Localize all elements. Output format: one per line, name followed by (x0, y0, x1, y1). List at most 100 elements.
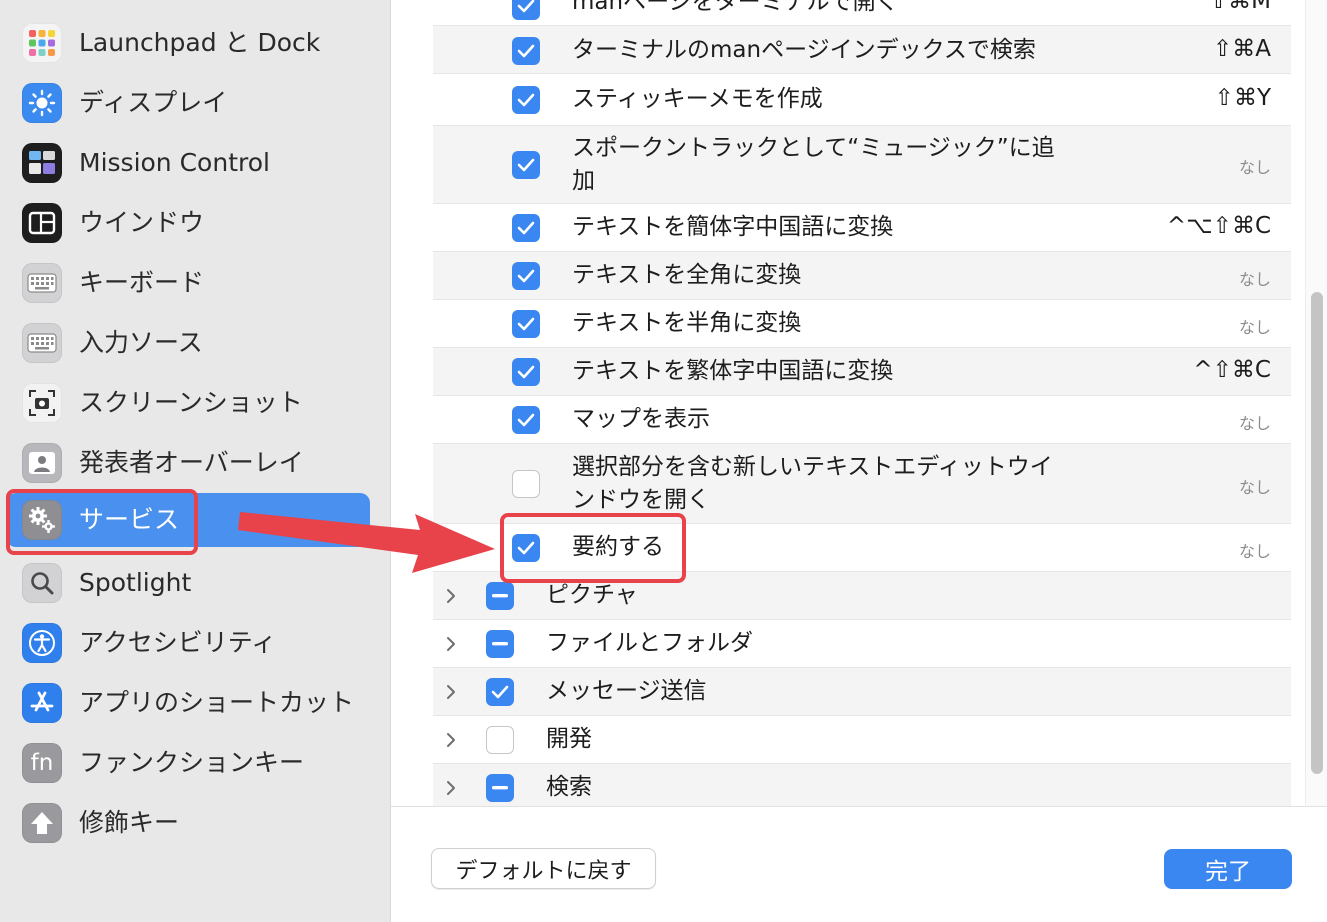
service-checkbox[interactable] (512, 37, 540, 65)
sidebar-item-label: ウインドウ (79, 208, 205, 237)
sidebar-item-label: アプリのショートカット (79, 688, 355, 717)
service-row[interactable]: テキストを繁体字中国語に変換 ^⇧⌘C (433, 348, 1291, 396)
chevron-right-icon[interactable] (443, 780, 459, 796)
service-group-row[interactable]: 開発 (433, 716, 1291, 764)
sidebar-item-label: Launchpad と Dock (79, 28, 321, 57)
annotation-highlight-services (6, 489, 198, 555)
chevron-right-icon[interactable] (443, 732, 459, 748)
footer-divider (391, 806, 1327, 807)
service-checkbox[interactable] (512, 470, 540, 498)
sidebar-item-label: 入力ソース (79, 328, 203, 357)
service-shortcut[interactable]: なし (1239, 154, 1271, 178)
services-list: manページをターミナルで開く ⇧⌘M ターミナルのmanページインデックスで検… (433, 0, 1291, 806)
service-checkbox[interactable] (512, 262, 540, 290)
scrollbar-thumb[interactable] (1311, 292, 1323, 774)
service-label: テキストを全角に変換 (572, 262, 802, 288)
service-label: マップを表示 (572, 406, 710, 432)
service-shortcut[interactable]: なし (1239, 538, 1271, 562)
group-label: メッセージ送信 (546, 678, 707, 704)
sidebar-item-label: 修飾キー (79, 808, 180, 837)
presenter-overlay-icon (22, 443, 62, 483)
service-label: 選択部分を含む新しいテキストエディットウインドウを開く (572, 454, 1053, 513)
service-label: テキストを簡体字中国語に変換 (572, 214, 894, 240)
input-source-keyboard-icon (22, 323, 62, 363)
keyboard-icon (22, 263, 62, 303)
service-group-row[interactable]: 検索 (433, 764, 1291, 806)
group-checkbox[interactable] (486, 726, 514, 754)
sidebar-item-launchpad-dock[interactable]: Launchpad と Dock (6, 16, 370, 70)
sidebar-item-label: ディスプレイ (79, 88, 228, 117)
service-checkbox[interactable] (512, 310, 540, 338)
sidebar-item-window[interactable]: ウインドウ (6, 196, 370, 250)
sidebar-item-label: Spotlight (79, 568, 192, 597)
group-checkbox[interactable] (486, 582, 514, 610)
service-label: manページをターミナルで開く (572, 0, 899, 15)
sidebar-item-label: ファンクションキー (79, 748, 305, 777)
sidebar-item-spotlight[interactable]: Spotlight (6, 556, 370, 610)
sidebar-item-label: 発表者オーバーレイ (79, 448, 304, 477)
service-checkbox[interactable] (512, 214, 540, 242)
sidebar-item-function-keys[interactable]: fn ファンクションキー (6, 736, 370, 790)
sidebar-item-presenter-overlay[interactable]: 発表者オーバーレイ (6, 436, 370, 490)
service-row[interactable]: テキストを全角に変換 なし (433, 252, 1291, 300)
modifier-key-arrow-icon (22, 803, 62, 843)
service-checkbox[interactable] (512, 86, 540, 114)
chevron-right-icon[interactable] (443, 636, 459, 652)
service-shortcut[interactable]: なし (1239, 410, 1271, 434)
sidebar-item-modifier-keys[interactable]: 修飾キー (6, 796, 370, 850)
service-row[interactable]: テキストを簡体字中国語に変換 ^⌥⇧⌘C (433, 204, 1291, 252)
scrollbar-track[interactable] (1305, 0, 1327, 806)
services-panel: manページをターミナルで開く ⇧⌘M ターミナルのmanページインデックスで検… (391, 0, 1327, 922)
service-label: ターミナルのmanページインデックスで検索 (572, 37, 1036, 63)
sidebar-item-mission-control[interactable]: Mission Control (6, 136, 370, 190)
service-shortcut[interactable]: ⇧⌘M (1209, 0, 1271, 14)
sidebar-item-label: スクリーンショット (79, 388, 303, 417)
service-row[interactable]: manページをターミナルで開く ⇧⌘M (433, 0, 1291, 26)
service-checkbox[interactable] (512, 358, 540, 386)
service-checkbox[interactable] (512, 0, 540, 20)
service-label: スティッキーメモを作成 (572, 86, 823, 112)
service-checkbox[interactable] (512, 406, 540, 434)
done-button[interactable]: 完了 (1164, 849, 1292, 889)
service-row[interactable]: テキストを半角に変換 なし (433, 300, 1291, 348)
service-row[interactable]: スティッキーメモを作成 ⇧⌘Y (433, 74, 1291, 126)
sidebar-item-label: キーボード (79, 268, 205, 297)
display-brightness-icon (22, 83, 62, 123)
service-row[interactable]: マップを表示 なし (433, 396, 1291, 444)
service-row[interactable]: スポークントラックとして“ミュージック”に追加 なし (433, 126, 1291, 204)
service-row[interactable]: ターミナルのmanページインデックスで検索 ⇧⌘A (433, 26, 1291, 74)
service-shortcut[interactable]: ⇧⌘Y (1215, 85, 1271, 111)
service-shortcut[interactable]: なし (1239, 474, 1271, 498)
mission-control-icon (22, 143, 62, 183)
service-group-row[interactable]: メッセージ送信 (433, 668, 1291, 716)
service-shortcut[interactable]: なし (1239, 314, 1271, 338)
group-checkbox[interactable] (486, 774, 514, 802)
group-checkbox[interactable] (486, 678, 514, 706)
service-shortcut[interactable]: ^⌥⇧⌘C (1167, 213, 1271, 239)
group-checkbox[interactable] (486, 630, 514, 658)
app-shortcuts-icon (22, 683, 62, 723)
sidebar-item-label: アクセシビリティ (79, 628, 277, 657)
sidebar-item-input-source[interactable]: 入力ソース (6, 316, 370, 370)
group-label: 検索 (546, 774, 592, 800)
service-shortcut[interactable]: なし (1239, 266, 1271, 290)
sidebar-item-keyboard[interactable]: キーボード (6, 256, 370, 310)
sidebar-item-app-shortcuts[interactable]: アプリのショートカット (6, 676, 370, 730)
service-row[interactable]: 選択部分を含む新しいテキストエディットウインドウを開く なし (433, 444, 1291, 524)
sidebar-item-screenshot[interactable]: スクリーンショット (6, 376, 370, 430)
chevron-right-icon[interactable] (443, 588, 459, 604)
chevron-right-icon[interactable] (443, 684, 459, 700)
group-label: 開発 (546, 726, 592, 752)
sidebar-item-accessibility[interactable]: アクセシビリティ (6, 616, 370, 670)
service-shortcut[interactable]: ⇧⌘A (1213, 36, 1271, 62)
service-shortcut[interactable]: ^⇧⌘C (1193, 357, 1271, 383)
launchpad-dock-icon (22, 23, 62, 63)
service-label: テキストを繁体字中国語に変換 (572, 358, 894, 384)
service-group-row[interactable]: ファイルとフォルダ (433, 620, 1291, 668)
restore-defaults-button[interactable]: デフォルトに戻す (431, 848, 656, 889)
service-label: テキストを半角に変換 (572, 310, 802, 336)
screenshot-camera-icon (22, 383, 62, 423)
sidebar-item-display[interactable]: ディスプレイ (6, 76, 370, 130)
service-checkbox[interactable] (512, 151, 540, 179)
sidebar: Launchpad と Dock ディスプレイ Mission Control (0, 0, 391, 922)
